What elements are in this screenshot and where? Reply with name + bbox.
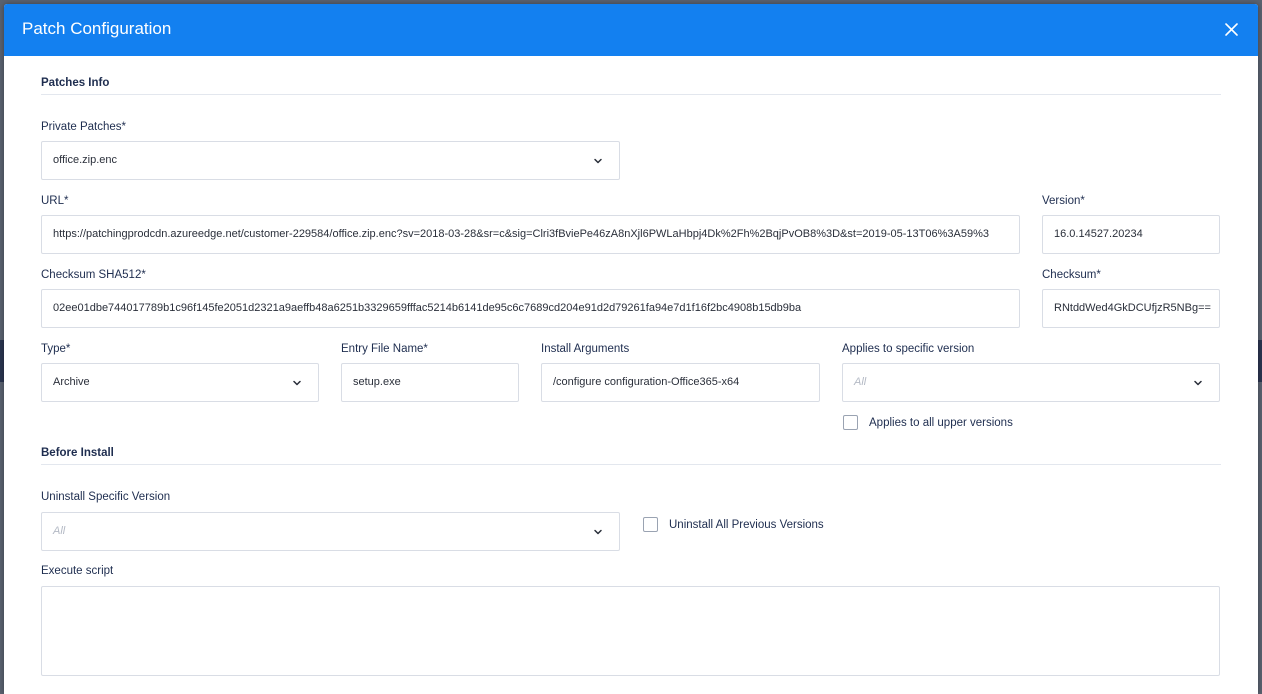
version-label: Version*	[1042, 195, 1085, 207]
uninstall-specific-version-label: Uninstall Specific Version	[41, 491, 171, 503]
section-divider	[41, 464, 1221, 465]
type-value: Archive	[53, 376, 90, 388]
checksum-sha512-value: 02ee01dbe744017789b1c96f145fe2051d2321a9…	[53, 302, 802, 314]
install-arguments-input[interactable]: /configure configuration-Office365-x64	[541, 363, 820, 402]
applies-to-all-upper-versions-checkbox[interactable]	[843, 415, 858, 430]
checksum-input[interactable]: RNtddWed4GkDCUfjzR5NBg==	[1042, 289, 1220, 328]
version-value: 16.0.14527.20234	[1054, 228, 1143, 240]
entry-file-name-label: Entry File Name*	[341, 343, 428, 355]
section-title-patches-info: Patches Info	[41, 77, 110, 89]
private-patches-label: Private Patches*	[41, 121, 127, 133]
close-button[interactable]	[1220, 18, 1244, 42]
entry-file-name-value: setup.exe	[353, 376, 401, 388]
checksum-label: Checksum*	[1042, 269, 1101, 281]
version-input[interactable]: 16.0.14527.20234	[1042, 215, 1220, 254]
close-icon	[1225, 23, 1238, 36]
applies-to-specific-version-placeholder: All	[854, 376, 867, 388]
section-title-before-install: Before Install	[41, 447, 114, 459]
type-select[interactable]: Archive	[41, 363, 319, 402]
url-input[interactable]: https://patchingprodcdn.azureedge.net/cu…	[41, 215, 1020, 254]
checksum-value: RNtddWed4GkDCUfjzR5NBg==	[1054, 302, 1211, 314]
applies-to-specific-version-label: Applies to specific version	[842, 343, 975, 355]
checksum-sha512-input[interactable]: 02ee01dbe744017789b1c96f145fe2051d2321a9…	[41, 289, 1020, 328]
chevron-down-icon	[593, 527, 603, 537]
entry-file-name-input[interactable]: setup.exe	[341, 363, 519, 402]
chevron-down-icon	[292, 378, 302, 388]
execute-script-textarea[interactable]	[41, 586, 1220, 676]
private-patches-select[interactable]: office.zip.enc	[41, 141, 620, 180]
modal-header: Patch Configuration	[4, 4, 1258, 56]
type-label: Type*	[41, 343, 71, 355]
uninstall-specific-version-select[interactable]: All	[41, 512, 620, 551]
url-value: https://patchingprodcdn.azureedge.net/cu…	[53, 228, 989, 240]
install-arguments-label: Install Arguments	[541, 343, 630, 355]
modal-title: Patch Configuration	[22, 19, 172, 38]
chevron-down-icon	[1193, 378, 1203, 388]
applies-to-specific-version-select[interactable]: All	[842, 363, 1220, 402]
uninstall-all-previous-versions-checkbox[interactable]	[643, 517, 658, 532]
applies-to-all-upper-versions-label: Applies to all upper versions	[869, 417, 1013, 429]
patch-configuration-modal: Patch Configuration Patches Info Private…	[4, 4, 1258, 694]
install-arguments-value: /configure configuration-Office365-x64	[553, 376, 740, 388]
section-divider	[41, 94, 1221, 95]
uninstall-specific-version-placeholder: All	[53, 525, 66, 537]
private-patches-value: office.zip.enc	[53, 154, 118, 166]
url-label: URL*	[41, 195, 69, 207]
checksum-sha512-label: Checksum SHA512*	[41, 269, 146, 281]
uninstall-all-previous-versions-label: Uninstall All Previous Versions	[669, 519, 824, 531]
chevron-down-icon	[593, 156, 603, 166]
execute-script-label: Execute script	[41, 565, 114, 577]
